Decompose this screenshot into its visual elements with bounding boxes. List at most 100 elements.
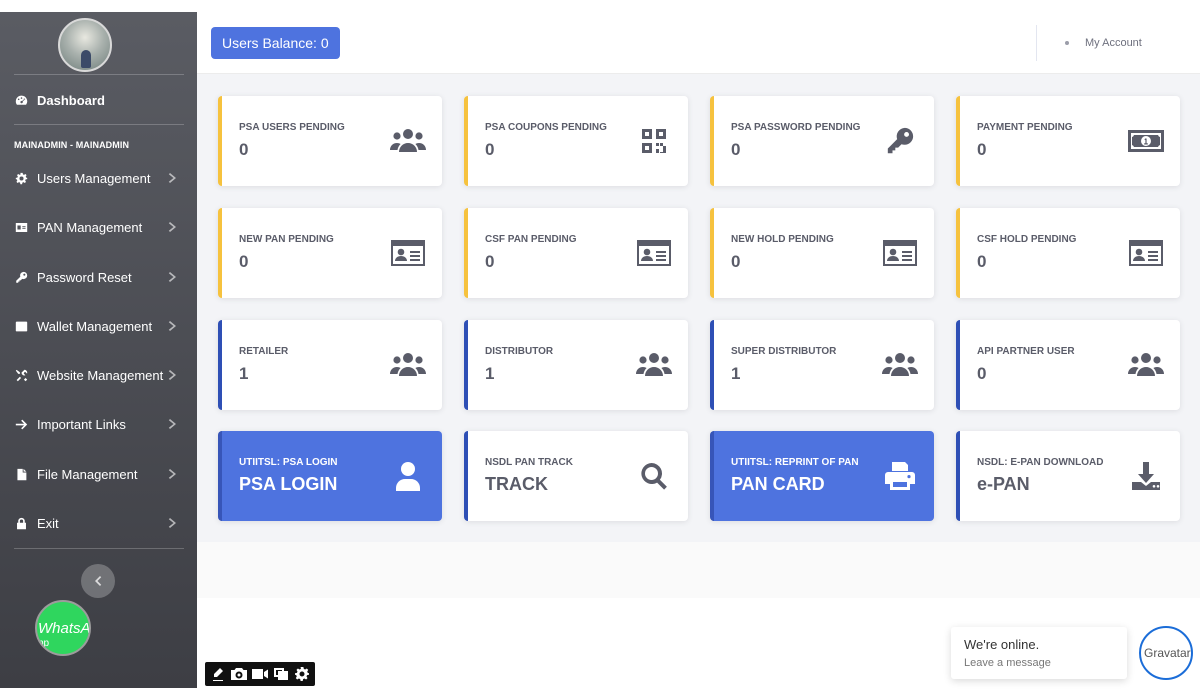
dashboard-content: PSA USERS PENDING 0 PSA COUPONS PENDING … [197,74,1200,542]
lock-icon [14,517,29,530]
money-bill-icon [1128,126,1164,156]
card-csf-pan-pending[interactable]: CSF PAN PENDING 0 [464,208,688,298]
sidebar-item-wallet-management[interactable]: Wallet Management [14,315,184,337]
users-icon [390,126,426,156]
users-balance-button[interactable]: Users Balance: 0 [211,27,340,59]
whatsapp-alt-subtext: pp [38,638,50,649]
card-utiitsl-psa-login[interactable]: UTIITSL: PSA LOGIN PSA LOGIN [218,431,442,521]
sidebar-item-label: File Management [37,466,138,482]
card-nsdl-e-pan-download[interactable]: NSDL: E-PAN DOWNLOAD e-PAN [956,431,1180,521]
card-payment-pending[interactable]: PAYMENT PENDING 0 [956,96,1180,186]
chevron-right-icon [168,271,180,283]
sidebar-item-label: Exit [37,515,59,531]
user-icon [390,461,426,491]
card-value: 0 [731,140,741,159]
id-card-icon [390,238,426,268]
sidebar-heading: MAINADMIN - MAINADMIN [14,140,130,150]
card-value: 1 [731,364,741,383]
card-distributor[interactable]: DISTRIBUTOR 1 [464,320,688,410]
sidebar-item-label: Wallet Management [37,318,153,334]
chat-prompt: Leave a message [964,657,1051,669]
card-label: PSA PASSWORD PENDING [731,122,861,133]
card-psa-coupons-pending[interactable]: PSA COUPONS PENDING 0 [464,96,688,186]
sidebar-item-label: Users Management [37,170,151,186]
sidebar-item-important-links[interactable]: Important Links [14,413,184,435]
id-card-icon [14,221,29,234]
camera-icon[interactable] [230,665,248,683]
card-label: SUPER DISTRIBUTOR [731,346,837,357]
sidebar-item-users-management[interactable]: Users Management [14,167,184,189]
my-account-label: My Account [1085,37,1142,49]
card-utiitsl-reprint-of-pan[interactable]: UTIITSL: REPRINT OF PAN PAN CARD [710,431,934,521]
chevron-right-icon [168,320,180,332]
sidebar-item-label: Website Management [37,367,164,383]
card-value: 0 [977,252,987,271]
users-icon [882,350,918,380]
sidebar-item-label: Important Links [37,416,126,432]
settings-gear-icon[interactable] [293,665,311,683]
card-nsdl-pan-track[interactable]: NSDL PAN TRACK TRACK [464,431,688,521]
key-icon [14,271,29,284]
card-label: DISTRIBUTOR [485,346,554,357]
sidebar-item-pan-management[interactable]: PAN Management [14,216,184,238]
sidebar-toggle-button[interactable] [81,564,115,598]
card-label: NEW PAN PENDING [239,234,334,245]
sidebar-item-password-reset[interactable]: Password Reset [14,266,184,288]
chat-widget[interactable]: We're online. Leave a message [951,627,1127,679]
card-super-distributor[interactable]: SUPER DISTRIBUTOR 1 [710,320,934,410]
window-icon[interactable] [272,665,290,683]
profile-avatar[interactable] [58,18,112,72]
sidebar-item-exit[interactable]: Exit [14,512,184,534]
card-new-pan-pending[interactable]: NEW PAN PENDING 0 [218,208,442,298]
card-value: 0 [239,252,249,271]
card-value: PAN CARD [731,474,825,494]
sidebar-item-file-management[interactable]: File Management [14,463,184,485]
card-label: CSF PAN PENDING [485,234,577,245]
gear-icon [14,172,29,185]
chevron-right-icon [168,468,180,480]
sidebar-item-label: Dashboard [37,92,105,108]
bullet-icon [1065,41,1069,45]
card-value: 0 [485,252,495,271]
whatsapp-button[interactable]: WhatsA pp [35,600,91,656]
card-value: PSA LOGIN [239,474,338,494]
id-card-icon [636,238,672,268]
card-csf-hold-pending[interactable]: CSF HOLD PENDING 0 [956,208,1180,298]
users-icon [1128,350,1164,380]
sidebar-item-dashboard[interactable]: Dashboard [14,89,184,111]
chevron-left-icon [94,576,102,586]
video-camera-icon[interactable] [251,665,269,683]
download-icon [1128,461,1164,491]
card-new-hold-pending[interactable]: NEW HOLD PENDING 0 [710,208,934,298]
chevron-right-icon [168,369,180,381]
chat-avatar-button[interactable]: Gravatar [1139,626,1193,680]
wallet-icon [14,320,29,333]
search-icon [636,461,672,491]
card-label: UTIITSL: PSA LOGIN [239,457,338,468]
card-label: NSDL PAN TRACK [485,457,573,468]
arrow-right-icon [14,418,29,431]
sidebar-item-website-management[interactable]: Website Management [14,364,184,386]
file-icon [14,468,29,481]
card-retailer[interactable]: RETAILER 1 [218,320,442,410]
sidebar-divider [14,124,184,125]
chevron-right-icon [168,172,180,184]
chat-status: We're online. [964,637,1040,652]
my-account-link[interactable]: My Account [1065,37,1142,49]
topbar: Users Balance: 0 My Account [197,0,1200,74]
card-label: PSA USERS PENDING [239,122,345,133]
card-api-partner-user[interactable]: API PARTNER USER 0 [956,320,1180,410]
content-footer-area [197,542,1200,598]
card-psa-password-pending[interactable]: PSA PASSWORD PENDING 0 [710,96,934,186]
card-psa-users-pending[interactable]: PSA USERS PENDING 0 [218,96,442,186]
card-value: 1 [239,364,249,383]
card-label: PSA COUPONS PENDING [485,122,607,133]
card-value: e-PAN [977,474,1030,494]
card-value: 0 [977,364,987,383]
edit-icon[interactable] [209,665,227,683]
tachometer-icon [14,94,29,107]
card-label: NSDL: E-PAN DOWNLOAD [977,457,1104,468]
tools-icon [14,369,29,382]
sidebar-divider [14,548,184,549]
qrcode-icon [636,126,672,156]
